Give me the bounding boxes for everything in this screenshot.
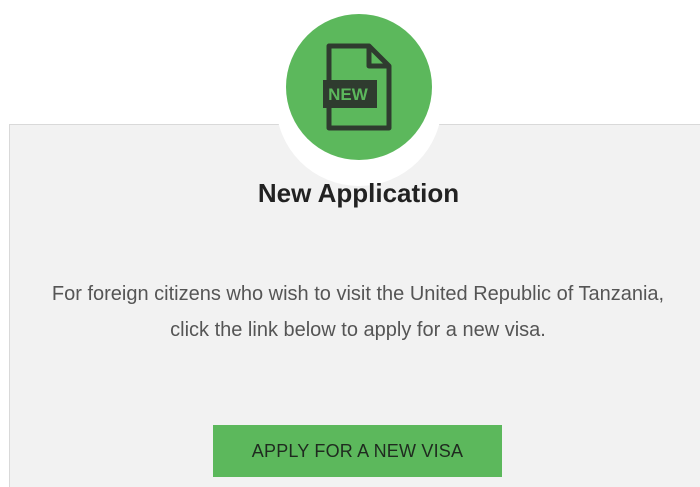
card-title: New Application (257, 178, 460, 208)
card-description: For foreign citizens who wish to visit t… (51, 283, 665, 341)
new-document-icon: NEW (323, 43, 392, 131)
icon-badge: NEW (286, 14, 432, 160)
new-application-panel: NEW New Application For foreign citizens… (0, 0, 700, 487)
apply-new-visa-button[interactable]: APPLY FOR A NEW VISA (213, 425, 502, 477)
new-badge-text: NEW (328, 85, 369, 104)
